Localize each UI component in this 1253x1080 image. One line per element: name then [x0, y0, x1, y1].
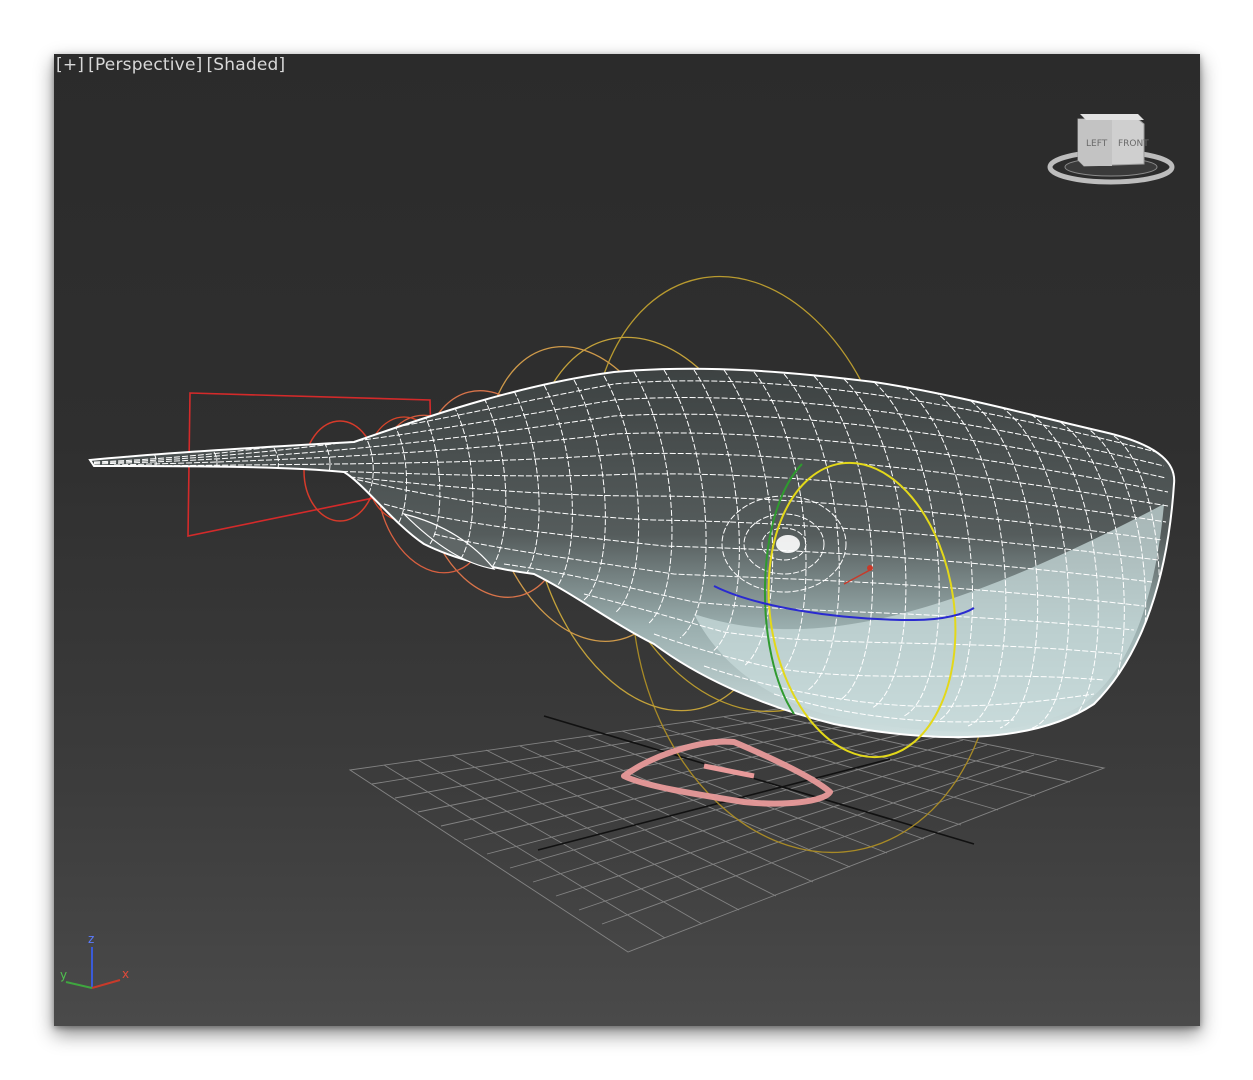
- root-control-arrow[interactable]: [703, 763, 755, 779]
- viewport-view-menu[interactable]: [Perspective]: [88, 55, 202, 75]
- whale-mesh[interactable]: [88, 367, 1176, 739]
- axis-tripod: z y x: [60, 932, 129, 989]
- perspective-viewport[interactable]: LEFT FRONT z y x [+] [Perspective] [Shaded…: [54, 54, 1200, 1026]
- scene-canvas[interactable]: LEFT FRONT z y x: [54, 54, 1200, 1026]
- viewcube-front-face[interactable]: FRONT: [1118, 139, 1149, 149]
- axis-x-label: x: [122, 967, 129, 981]
- viewport-shading-menu[interactable]: [Shaded]: [206, 55, 285, 75]
- viewport-plus-menu[interactable]: [+]: [56, 55, 84, 75]
- viewcube[interactable]: LEFT FRONT: [1047, 114, 1175, 185]
- viewcube-left-face[interactable]: LEFT: [1086, 139, 1108, 149]
- viewport-label-bar: [+] [Perspective] [Shaded]: [56, 55, 289, 75]
- axis-y-label: y: [60, 968, 67, 982]
- eye-vertex-cluster[interactable]: [776, 535, 800, 553]
- axis-z-label: z: [88, 932, 94, 946]
